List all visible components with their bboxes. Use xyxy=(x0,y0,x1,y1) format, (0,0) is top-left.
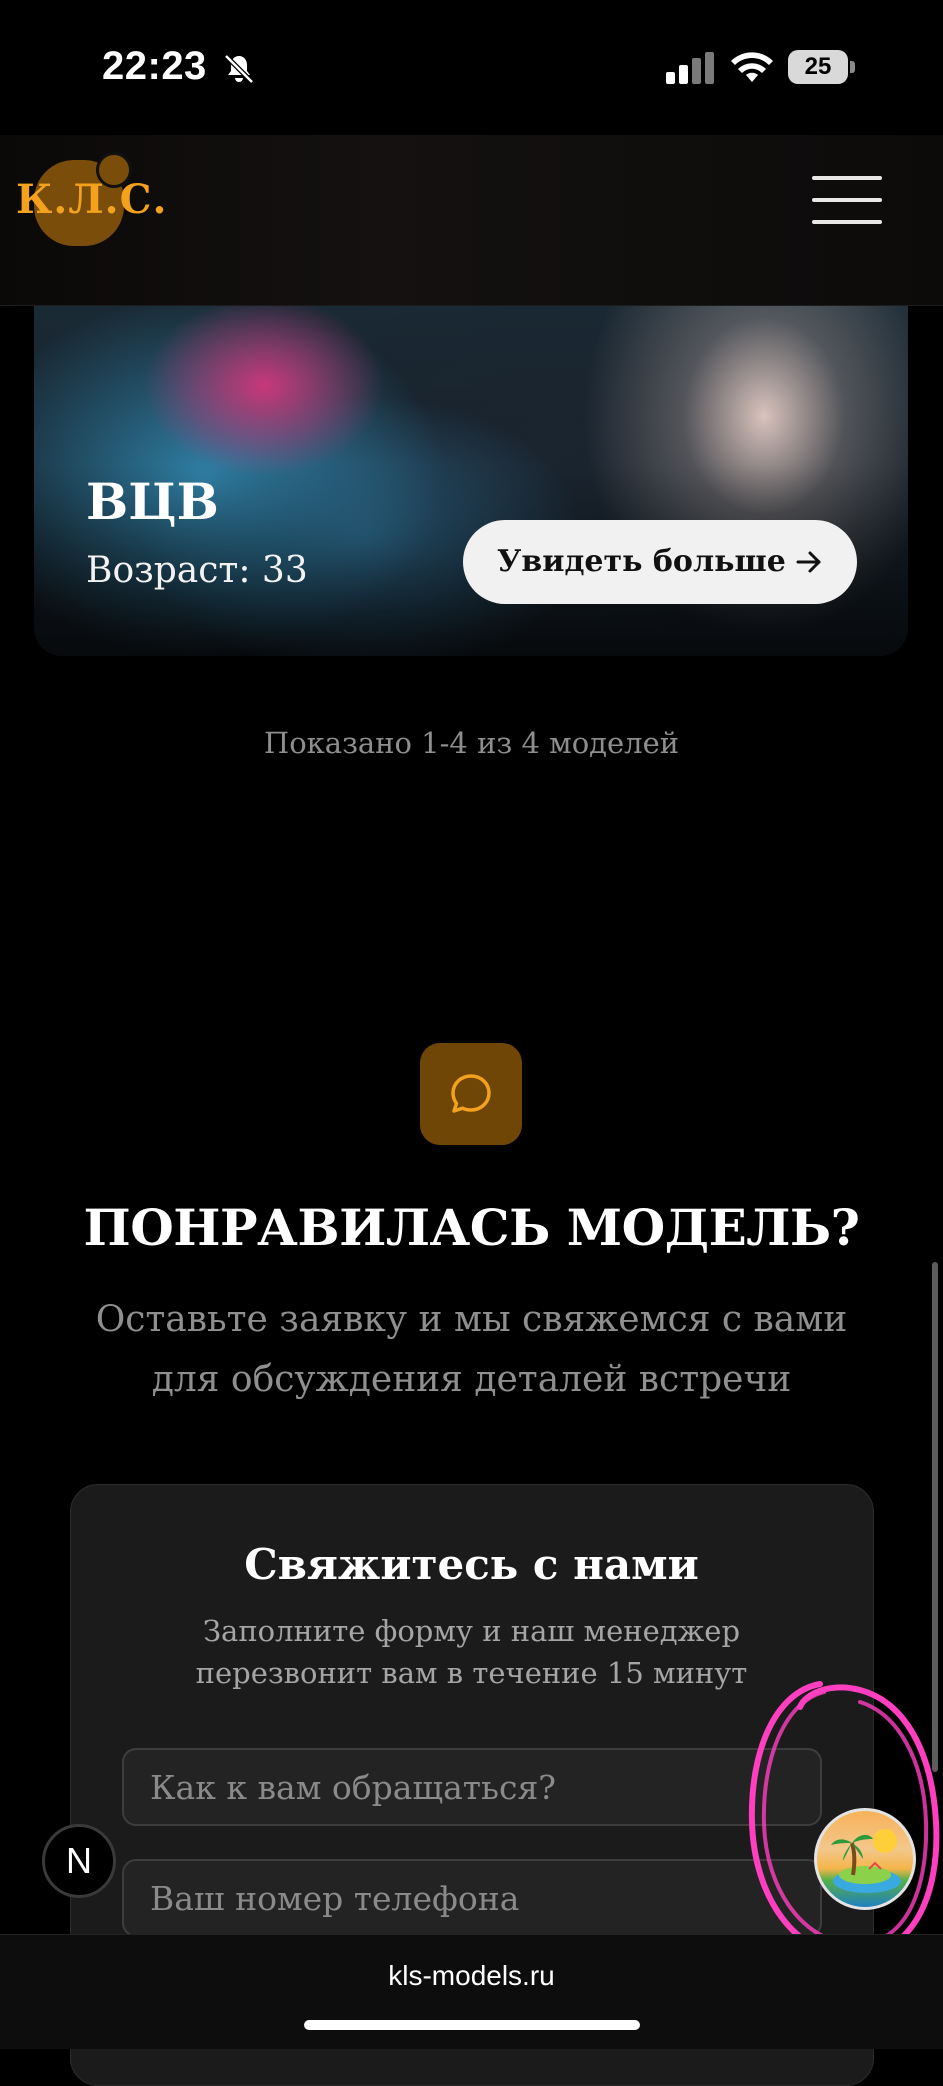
status-time: 22:23 xyxy=(102,44,207,88)
model-name: ВЦВ xyxy=(86,472,219,531)
page-scrollbar[interactable] xyxy=(932,1262,938,1772)
wifi-icon xyxy=(731,52,773,82)
palm-island-icon xyxy=(831,1829,901,1893)
signal-icon xyxy=(666,52,714,84)
home-indicator[interactable] xyxy=(304,2020,640,2030)
arrow-right-icon xyxy=(796,551,821,573)
chat-bubble-icon xyxy=(451,1074,491,1113)
cta-title: ПОНРАВИЛАСЬ МОДЕЛЬ? xyxy=(83,1198,860,1257)
site-logo[interactable]: К.Л.С. xyxy=(16,176,167,223)
nextjs-logo-icon: N xyxy=(66,1840,92,1881)
phone-input[interactable] xyxy=(124,1861,820,1935)
palm-chat-widget-button[interactable] xyxy=(814,1808,916,1910)
battery-icon: 25 xyxy=(788,50,856,84)
chat-icon-container xyxy=(420,1043,522,1145)
form-subtitle: Заполните форму и наш менеджер перезвони… xyxy=(195,1614,748,1690)
battery-level: 25 xyxy=(804,53,832,80)
cta-subtitle: Оставьте заявку и мы свяжемся с вами для… xyxy=(95,1299,848,1400)
model-age: Возраст: 33 xyxy=(86,550,308,591)
hamburger-menu-icon[interactable] xyxy=(812,172,884,228)
form-title: Свяжитесь с нами xyxy=(244,1540,699,1589)
see-more-label: Увидеть больше xyxy=(497,544,786,579)
bell-slash-icon xyxy=(224,54,254,84)
nextjs-dev-badge[interactable]: N xyxy=(42,1824,116,1898)
name-input[interactable] xyxy=(124,1750,820,1824)
url-text[interactable]: kls-models.ru xyxy=(0,1960,943,1992)
phone-field-wrapper xyxy=(122,1859,822,1937)
pagination-info: Показано 1-4 из 4 моделей xyxy=(263,726,680,760)
name-field-wrapper xyxy=(122,1748,822,1826)
see-more-button[interactable]: Увидеть больше xyxy=(463,520,857,604)
